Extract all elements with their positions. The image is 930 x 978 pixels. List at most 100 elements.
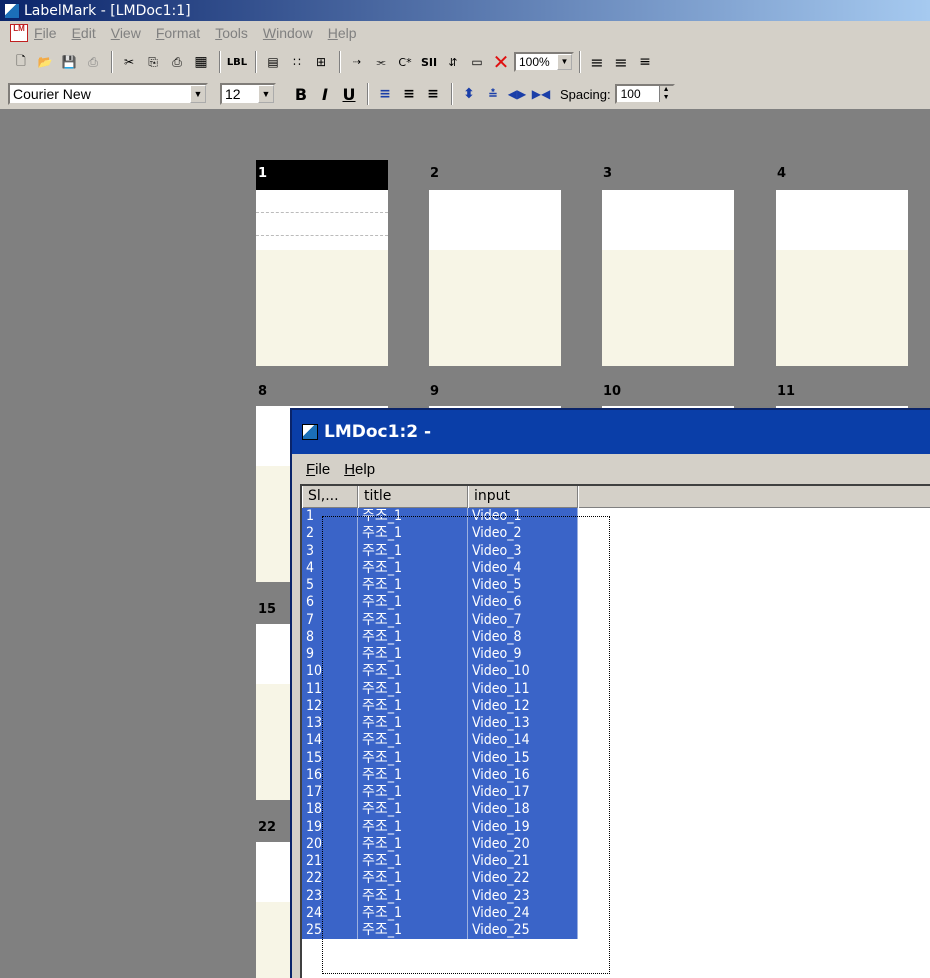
cell-input[interactable]: Video_8 <box>468 628 578 646</box>
cell-title[interactable]: 주조_1 <box>358 784 468 802</box>
cell-sl[interactable]: 4 <box>302 559 358 577</box>
cell-title[interactable]: 주조_1 <box>358 870 468 888</box>
hspace-expand-icon[interactable]: ◀▶ <box>506 83 528 105</box>
menu-file[interactable]: File <box>34 25 57 41</box>
spacing-input[interactable]: 100 ▲ ▼ <box>614 84 675 104</box>
table-row[interactable]: 10 주조_1 Video_10 <box>302 663 930 681</box>
cell-sl[interactable]: 12 <box>302 697 358 715</box>
cell-title[interactable]: 주조_1 <box>358 646 468 664</box>
column-header-title[interactable]: title <box>358 486 468 508</box>
chevron-down-icon[interactable]: ▼ <box>557 54 572 70</box>
cell-input[interactable]: Video_16 <box>468 766 578 784</box>
cell-sl[interactable]: 6 <box>302 594 358 612</box>
cell-input[interactable]: Video_17 <box>468 784 578 802</box>
cell-title[interactable]: 주조_1 <box>358 628 468 646</box>
table-row[interactable]: 24 주조_1 Video_24 <box>302 904 930 922</box>
grid-icon[interactable]: ▦ <box>190 51 212 73</box>
cell-sl[interactable]: 8 <box>302 628 358 646</box>
sii-icon[interactable]: SII <box>418 51 440 73</box>
table-row[interactable]: 21 주조_1 Video_21 <box>302 853 930 871</box>
table-row[interactable]: 9 주조_1 Video_9 <box>302 646 930 664</box>
cell-input[interactable]: Video_19 <box>468 818 578 836</box>
label-1-header[interactable] <box>256 160 388 190</box>
table-row[interactable]: 6 주조_1 Video_6 <box>302 594 930 612</box>
cell-title[interactable]: 주조_1 <box>358 697 468 715</box>
cell-input[interactable]: Video_25 <box>468 922 578 940</box>
cell-sl[interactable]: 1 <box>302 508 358 526</box>
italic-button[interactable]: I <box>314 83 336 105</box>
label-4[interactable] <box>776 190 908 366</box>
copy-icon[interactable]: ⎘ <box>142 51 164 73</box>
bold-button[interactable]: B <box>290 83 312 105</box>
cell-sl[interactable]: 3 <box>302 542 358 560</box>
cell-title[interactable]: 주조_1 <box>358 766 468 784</box>
cell-sl[interactable]: 9 <box>302 646 358 664</box>
delete-icon[interactable]: ✕ <box>490 50 512 74</box>
cell-title[interactable]: 주조_1 <box>358 663 468 681</box>
table-row[interactable]: 16 주조_1 Video_16 <box>302 766 930 784</box>
cell-title[interactable]: 주조_1 <box>358 835 468 853</box>
menu-tools[interactable]: Tools <box>215 25 248 41</box>
table-row[interactable]: 8 주조_1 Video_8 <box>302 628 930 646</box>
table-row[interactable]: 14 주조_1 Video_14 <box>302 732 930 750</box>
column-header-input[interactable]: input <box>468 486 578 508</box>
cell-sl[interactable]: 19 <box>302 818 358 836</box>
cell-sl[interactable]: 7 <box>302 611 358 629</box>
cstar-icon[interactable]: C* <box>394 51 416 73</box>
menu-format[interactable]: Format <box>156 25 200 41</box>
cell-input[interactable]: Video_5 <box>468 577 578 595</box>
underline-button[interactable]: U <box>338 83 360 105</box>
table-icon[interactable]: ⊞ <box>310 51 332 73</box>
cell-input[interactable]: Video_6 <box>468 594 578 612</box>
cell-input[interactable]: Video_12 <box>468 697 578 715</box>
table-row[interactable]: 1 주조_1 Video_1 <box>302 508 930 526</box>
cell-input[interactable]: Video_23 <box>468 887 578 905</box>
cell-sl[interactable]: 13 <box>302 715 358 733</box>
cell-title[interactable]: 주조_1 <box>358 801 468 819</box>
align-lines3-icon[interactable]: ≡ <box>634 51 656 73</box>
table-row[interactable]: 18 주조_1 Video_18 <box>302 801 930 819</box>
cell-title[interactable]: 주조_1 <box>358 594 468 612</box>
table-row[interactable]: 15 주조_1 Video_15 <box>302 749 930 767</box>
cell-sl[interactable]: 18 <box>302 801 358 819</box>
cell-sl[interactable]: 14 <box>302 732 358 750</box>
table-row[interactable]: 5 주조_1 Video_5 <box>302 577 930 595</box>
cell-sl[interactable]: 16 <box>302 766 358 784</box>
chevron-down-icon[interactable]: ▼ <box>258 85 274 103</box>
menu-help[interactable]: Help <box>328 25 357 41</box>
cell-sl[interactable]: 22 <box>302 870 358 888</box>
open-icon[interactable]: 📂 <box>34 51 56 73</box>
cell-sl[interactable]: 20 <box>302 835 358 853</box>
app-titlebar[interactable]: LabelMark - [LMDoc1:1] <box>0 0 930 21</box>
align-lines2-icon[interactable]: ≡ <box>610 51 632 73</box>
cut-icon[interactable]: ✂ <box>118 51 140 73</box>
cell-title[interactable]: 주조_1 <box>358 732 468 750</box>
save-icon[interactable]: 💾 <box>58 51 80 73</box>
cell-sl[interactable]: 21 <box>302 853 358 871</box>
cell-title[interactable]: 주조_1 <box>358 508 468 526</box>
cell-input[interactable]: Video_22 <box>468 870 578 888</box>
sort-icon[interactable]: ⇵ <box>442 51 464 73</box>
merge-icon[interactable]: ⫘ <box>370 51 392 73</box>
menu-file[interactable]: File <box>306 461 330 478</box>
menu-view[interactable]: View <box>111 25 141 41</box>
table-row[interactable]: 23 주조_1 Video_23 <box>302 887 930 905</box>
cell-input[interactable]: Video_24 <box>468 904 578 922</box>
table-row[interactable]: 22 주조_1 Video_22 <box>302 870 930 888</box>
cell-sl[interactable]: 5 <box>302 577 358 595</box>
cell-input[interactable]: Video_20 <box>468 835 578 853</box>
lbl-button[interactable]: LBL <box>226 51 248 73</box>
table-row[interactable]: 19 주조_1 Video_19 <box>302 818 930 836</box>
cell-title[interactable]: 주조_1 <box>358 749 468 767</box>
dots-icon[interactable]: ∷ <box>286 51 308 73</box>
cell-sl[interactable]: 24 <box>302 904 358 922</box>
cell-input[interactable]: Video_13 <box>468 715 578 733</box>
column-header-sl[interactable]: Sl,... <box>302 486 358 508</box>
spin-updown-icon[interactable]: ▲ ▼ <box>658 86 673 102</box>
cell-sl[interactable]: 11 <box>302 680 358 698</box>
window-icon[interactable]: ▤ <box>262 51 284 73</box>
cell-input[interactable]: Video_2 <box>468 525 578 543</box>
menu-window[interactable]: Window <box>263 25 313 41</box>
cell-title[interactable]: 주조_1 <box>358 853 468 871</box>
font-size-select[interactable]: 12 ▼ <box>220 83 276 105</box>
